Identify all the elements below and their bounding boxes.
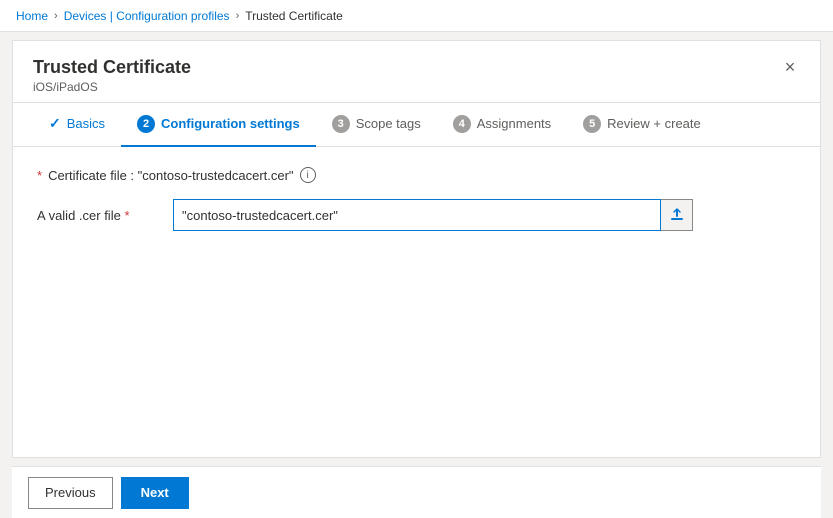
next-button[interactable]: Next <box>121 477 189 509</box>
tab-basics-label: Basics <box>67 116 105 131</box>
bottom-bar: Previous Next <box>12 466 821 518</box>
field-input-wrap <box>173 199 693 231</box>
breadcrumb-home[interactable]: Home <box>16 9 48 23</box>
tab-scope-tags[interactable]: 3 Scope tags <box>316 103 437 147</box>
tab-review-create[interactable]: 5 Review + create <box>567 103 717 147</box>
panel-content: * Certificate file : "contoso-trustedcac… <box>13 147 820 457</box>
field-required-star: * <box>124 208 129 223</box>
cert-label: Certificate file : "contoso-trustedcacer… <box>48 168 294 183</box>
main-panel: Trusted Certificate iOS/iPadOS × ✓ Basic… <box>12 40 821 458</box>
tab-scope-label: Scope tags <box>356 116 421 131</box>
panel-header: Trusted Certificate iOS/iPadOS × <box>13 41 820 103</box>
field-label: A valid .cer file * <box>37 208 157 223</box>
tab-review-label: Review + create <box>607 116 701 131</box>
panel-title: Trusted Certificate <box>33 57 800 78</box>
breadcrumb-devices[interactable]: Devices | Configuration profiles <box>64 9 230 23</box>
tab-config-number: 2 <box>137 115 155 133</box>
tab-configuration-settings[interactable]: 2 Configuration settings <box>121 103 316 147</box>
info-icon[interactable]: i <box>300 167 316 183</box>
panel-subtitle: iOS/iPadOS <box>33 80 800 94</box>
breadcrumb: Home › Devices | Configuration profiles … <box>0 0 833 32</box>
tab-config-label: Configuration settings <box>161 116 300 131</box>
upload-button[interactable] <box>661 199 693 231</box>
tab-assign-number: 4 <box>453 115 471 133</box>
breadcrumb-sep-1: › <box>54 10 58 22</box>
previous-button[interactable]: Previous <box>28 477 113 509</box>
tab-scope-number: 3 <box>332 115 350 133</box>
close-button[interactable]: × <box>776 53 804 81</box>
tab-basics[interactable]: ✓ Basics <box>33 103 121 147</box>
tab-review-number: 5 <box>583 115 601 133</box>
cert-required-star: * <box>37 168 42 183</box>
field-label-text: A valid .cer file <box>37 208 121 223</box>
breadcrumb-current: Trusted Certificate <box>245 9 343 23</box>
cert-label-row: * Certificate file : "contoso-trustedcac… <box>37 167 796 183</box>
tabs-bar: ✓ Basics 2 Configuration settings 3 Scop… <box>13 103 820 147</box>
field-row: A valid .cer file * <box>37 199 796 231</box>
tab-assignments[interactable]: 4 Assignments <box>437 103 567 147</box>
breadcrumb-sep-2: › <box>236 10 240 22</box>
tab-assign-label: Assignments <box>477 116 551 131</box>
tab-basics-check: ✓ <box>49 115 61 132</box>
cer-file-input[interactable] <box>173 199 661 231</box>
upload-icon <box>669 207 685 223</box>
